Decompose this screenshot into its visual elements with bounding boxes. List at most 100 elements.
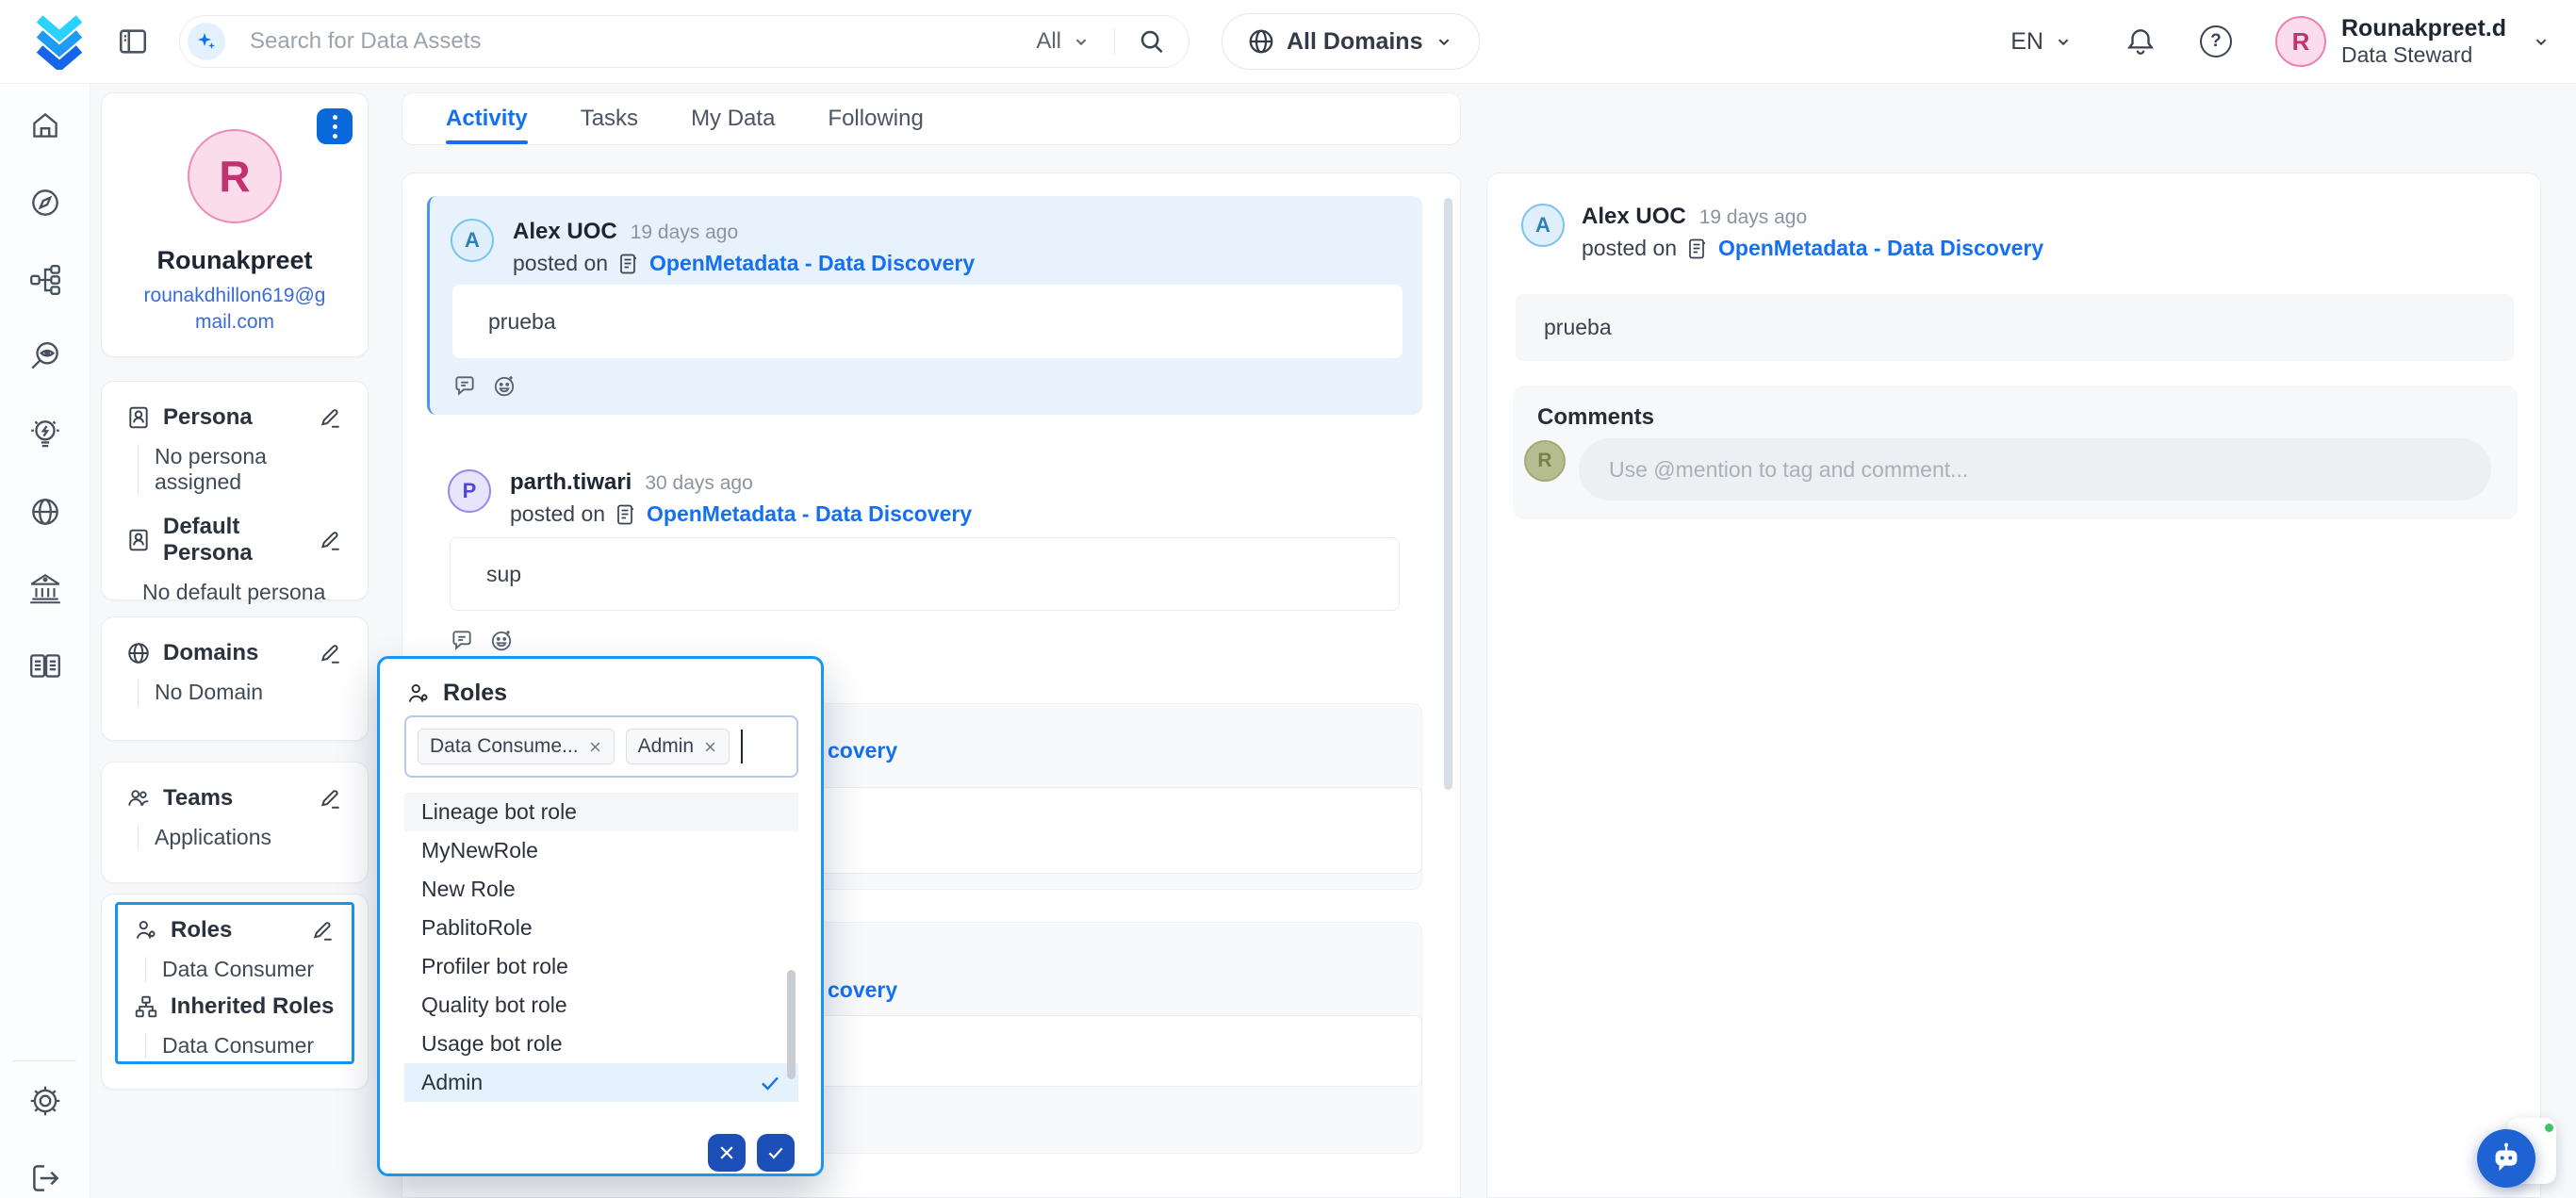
lineage-flow-icon[interactable]	[27, 262, 63, 298]
selected-role-chip[interactable]: Data Consume...	[418, 729, 615, 764]
chevron-down-icon	[2053, 31, 2074, 52]
author-avatar: P	[448, 469, 491, 513]
tab-tasks[interactable]: Tasks	[581, 93, 638, 144]
post-detail-panel: A Alex UOC 19 days ago posted on OpenMet…	[1486, 172, 2541, 1198]
confirm-button[interactable]	[757, 1134, 795, 1172]
logout-icon[interactable]	[27, 1160, 63, 1196]
remove-chip-icon[interactable]	[588, 740, 602, 754]
global-search[interactable]: Search for Data Assets All	[179, 15, 1190, 68]
role-option[interactable]: Profiler bot role	[404, 947, 798, 986]
domains-globe-icon[interactable]	[27, 494, 63, 530]
chevron-down-icon[interactable]	[2531, 31, 2551, 52]
discovery-search-eye-icon[interactable]	[27, 339, 63, 375]
explore-compass-icon[interactable]	[27, 185, 63, 221]
roles-multiselect-input[interactable]: Data Consume... Admin	[404, 715, 798, 778]
persona-card-icon	[126, 405, 151, 430]
left-nav-rail	[0, 84, 90, 1198]
role-option[interactable]: New Role	[404, 870, 798, 909]
post-author[interactable]: parth.tiwari	[510, 469, 632, 496]
chat-online-dot	[2545, 1124, 2553, 1132]
author-avatar: A	[1521, 204, 1565, 247]
govern-bank-icon[interactable]	[27, 571, 63, 607]
feed-post-selected[interactable]: A Alex UOC 19 days ago posted on OpenMet…	[427, 196, 1422, 415]
tab-following[interactable]: Following	[828, 93, 923, 144]
openmetadata-logo[interactable]	[32, 13, 87, 70]
tab-activity[interactable]: Activity	[446, 93, 528, 144]
add-reaction-icon[interactable]	[492, 373, 517, 398]
post-target-link-fragment[interactable]: covery	[828, 738, 897, 763]
role-option[interactable]: Usage bot role	[404, 1025, 798, 1063]
all-domains-dropdown[interactable]: All Domains	[1222, 13, 1480, 70]
help-button[interactable]: ?	[2200, 25, 2232, 57]
post-time: 30 days ago	[645, 472, 752, 495]
bell-icon	[2125, 25, 2157, 57]
profile-card: R Rounakpreet rounakdhillon619@gmail.com	[101, 92, 369, 357]
insights-bulb-icon[interactable]	[27, 417, 63, 452]
comments-title: Comments	[1537, 404, 1654, 431]
document-icon	[1686, 238, 1709, 260]
settings-gear-icon[interactable]	[27, 1083, 63, 1119]
glossary-book-icon[interactable]	[27, 648, 63, 684]
home-icon[interactable]	[27, 107, 63, 143]
profile-email[interactable]: rounakdhillon619@gmail.com	[136, 283, 334, 336]
domains-title: Domains	[163, 640, 306, 666]
text-caret	[741, 730, 743, 763]
search-input[interactable]: Search for Data Assets	[250, 28, 1036, 55]
edit-persona-icon[interactable]	[319, 405, 343, 430]
post-action: posted on	[1582, 236, 1677, 261]
post-time: 19 days ago	[631, 222, 738, 244]
default-persona-title: Default Persona	[163, 514, 306, 566]
comment-input[interactable]: Use @mention to tag and comment...	[1579, 438, 2491, 501]
search-icon[interactable]	[1138, 27, 1166, 56]
profile-more-button[interactable]	[317, 108, 353, 144]
chevron-down-icon	[1434, 31, 1454, 52]
post-action: posted on	[513, 251, 608, 276]
cancel-button[interactable]	[708, 1134, 746, 1172]
notifications-button[interactable]	[2125, 25, 2157, 57]
user-avatar[interactable]: R	[2275, 16, 2326, 67]
roles-card: Roles Data Consumer Inherited Roles Data…	[101, 894, 369, 1090]
post-message: prueba	[452, 285, 1403, 358]
post-author[interactable]: Alex UOC	[1582, 204, 1686, 230]
add-reaction-icon[interactable]	[489, 628, 514, 652]
remove-chip-icon[interactable]	[703, 740, 717, 754]
feed-scrollbar[interactable]	[1444, 198, 1452, 790]
teams-value[interactable]: Applications	[138, 825, 343, 850]
edit-teams-icon[interactable]	[319, 786, 343, 811]
profile-name: Rounakpreet	[102, 246, 368, 275]
close-icon	[717, 1143, 736, 1162]
comment-icon[interactable]	[452, 373, 477, 398]
tab-my-data[interactable]: My Data	[691, 93, 775, 144]
feed-post[interactable]: P parth.tiwari 30 days ago posted on Ope…	[427, 447, 1422, 667]
role-option[interactable]: Quality bot role	[404, 986, 798, 1025]
search-scope-dropdown[interactable]: All	[1036, 28, 1091, 55]
sidebar-collapse-icon[interactable]	[117, 25, 149, 57]
default-persona-value: No default persona	[138, 580, 343, 605]
profile-avatar: R	[188, 129, 282, 223]
check-icon	[759, 1072, 781, 1094]
check-icon	[766, 1143, 785, 1162]
post-target-link[interactable]: OpenMetadata - Data Discovery	[647, 501, 972, 527]
role-option-selected[interactable]: Admin	[404, 1063, 798, 1102]
selected-role-chip[interactable]: Admin	[626, 729, 730, 764]
role-option[interactable]: Lineage bot role	[404, 793, 798, 831]
comment-icon[interactable]	[450, 628, 474, 652]
document-icon	[615, 503, 637, 526]
roles-edit-popup: Roles Data Consume... Admin Lineage bot …	[377, 656, 824, 1176]
edit-roles-icon[interactable]	[311, 918, 336, 943]
post-target-link-fragment[interactable]: covery	[828, 977, 897, 1003]
chat-bot-button[interactable]	[2477, 1129, 2535, 1188]
role-option[interactable]: PablitoRole	[404, 909, 798, 947]
role-option[interactable]: MyNewRole	[404, 831, 798, 870]
post-target-link[interactable]: OpenMetadata - Data Discovery	[649, 251, 975, 276]
user-menu[interactable]: Rounakpreet.d Data Steward	[2341, 14, 2506, 69]
post-message: prueba	[1516, 294, 2514, 361]
ai-sparkle-icon[interactable]	[188, 23, 225, 60]
edit-domains-icon[interactable]	[319, 641, 343, 665]
language-dropdown[interactable]: EN	[2010, 28, 2074, 56]
popup-list-scrollbar[interactable]	[787, 970, 796, 1079]
inherited-roles-value: Data Consumer	[145, 1033, 336, 1059]
post-author[interactable]: Alex UOC	[513, 219, 617, 245]
edit-default-persona-icon[interactable]	[319, 528, 343, 552]
post-target-link[interactable]: OpenMetadata - Data Discovery	[1718, 236, 2043, 261]
